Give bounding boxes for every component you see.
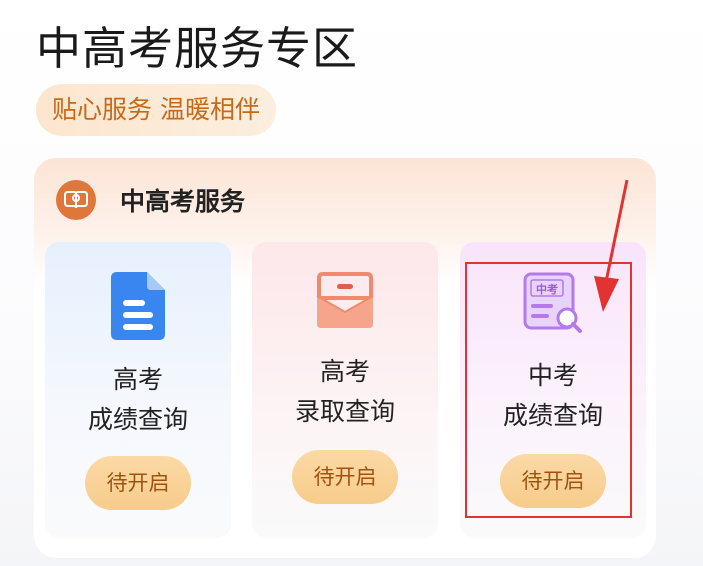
slogan-badge: 贴心服务 温暖相伴 xyxy=(36,84,276,136)
highlight-box xyxy=(465,262,632,518)
card-label-line2: 录取查询 xyxy=(294,397,395,426)
pending-button[interactable]: 待开启 xyxy=(292,450,398,504)
card-gaokao-score[interactable]: 高考 成绩查询 待开启 xyxy=(45,242,231,538)
page: 中高考服务专区 贴心服务 温暖相伴 中高考服务 高考 成绩查询 待开启 高考 录… xyxy=(0,0,703,566)
card-label-line1: 高考 xyxy=(112,365,163,394)
card-label-line1: 高考 xyxy=(319,357,370,386)
section-title: 中高考服务 xyxy=(120,187,246,216)
pending-button[interactable]: 待开启 xyxy=(85,456,191,510)
card-label-line2: 成绩查询 xyxy=(87,405,188,434)
book-reader-icon xyxy=(56,180,96,220)
page-title: 中高考服务专区 xyxy=(36,22,359,75)
document-icon xyxy=(109,270,167,346)
section-header: 中高考服务 xyxy=(56,180,245,220)
envelope-icon xyxy=(315,272,375,334)
card-gaokao-admission[interactable]: 高考 录取查询 待开启 xyxy=(252,242,438,538)
